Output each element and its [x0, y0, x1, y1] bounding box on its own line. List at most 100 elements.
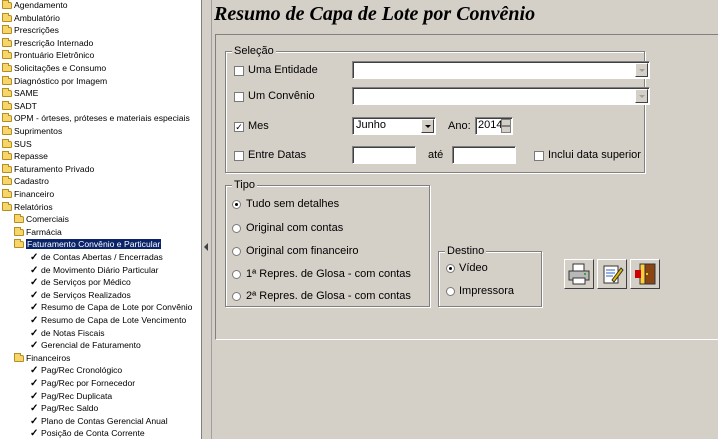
chevron-down-icon[interactable]: [635, 63, 648, 77]
tipo-radio-4[interactable]: [232, 292, 241, 301]
folder-icon: [14, 214, 24, 224]
exit-button[interactable]: [630, 259, 660, 289]
folder-icon: [2, 138, 12, 148]
tree-item[interactable]: Solicitações e Consumo: [2, 62, 106, 75]
folder-icon: [2, 100, 12, 110]
tree-item[interactable]: ✓ Plano de Contas Gerencial Anual: [30, 415, 168, 428]
tree-item-label: SAME: [14, 88, 39, 99]
tree-item[interactable]: ✓ Resumo de Capa de Lote por Convênio: [30, 301, 192, 314]
tipo-radio-2[interactable]: [232, 247, 241, 256]
folder-icon: [2, 151, 12, 161]
tree-item-label: Suprimentos: [14, 126, 63, 136]
page-title: Resumo de Capa de Lote por Convênio: [214, 3, 536, 25]
tree-item[interactable]: Repasse: [2, 150, 48, 163]
ano-spinner[interactable]: 2014: [475, 117, 513, 135]
um-convenio-checkbox[interactable]: [234, 92, 244, 102]
tree-item[interactable]: Financeiro: [2, 188, 54, 201]
tree-item-label: Farmácia: [26, 226, 62, 237]
print-button[interactable]: [564, 259, 594, 289]
tree-item[interactable]: ✓ de Serviços Realizados: [30, 289, 131, 302]
data-inicio-input[interactable]: [352, 146, 416, 164]
tree-item-label: de Movimento Diário Particular: [41, 264, 159, 275]
folder-icon: [14, 226, 24, 236]
tipo-label-3: 1ª Repres. de Glosa - com contas: [246, 268, 411, 280]
edit-button[interactable]: [597, 259, 627, 289]
tree-item[interactable]: SAME: [2, 87, 38, 100]
tree-item-label: de Contas Abertas / Encerradas: [41, 252, 163, 262]
folder-icon: [2, 189, 12, 198]
tree-item[interactable]: OPM - órteses, próteses e materiais espe…: [2, 112, 190, 125]
tree-item-label: de Notas Fiscais: [41, 327, 105, 338]
tree-item[interactable]: Farmácia: [14, 226, 62, 239]
tipo-group: Tipo Tudo sem detalhes Original com cont…: [225, 179, 430, 307]
tree-item[interactable]: Faturamento Privado: [2, 163, 94, 176]
entidade-select[interactable]: [352, 61, 650, 79]
tree-item[interactable]: Relatórios: [2, 201, 53, 214]
tree-item[interactable]: ✓ de Serviços por Médico: [30, 276, 131, 289]
entre-datas-checkbox[interactable]: [234, 151, 244, 161]
ate-label: até: [428, 149, 444, 161]
tipo-radio-1[interactable]: [232, 224, 241, 233]
tree-item[interactable]: Prontuário Eletrônico: [2, 49, 94, 62]
folder-icon: [2, 126, 12, 135]
tree-item[interactable]: ✓ de Movimento Diário Particular: [30, 264, 159, 277]
tree-item[interactable]: ✓ Posição de Conta Corrente: [30, 427, 145, 439]
data-fim-input[interactable]: [452, 146, 516, 164]
tree-item[interactable]: Cadastro: [2, 175, 49, 188]
spin-up-icon[interactable]: [501, 119, 511, 126]
ano-label: Ano:: [448, 120, 471, 132]
mes-checkbox[interactable]: ✓: [234, 122, 244, 132]
destino-group: Destino Vídeo Impressora: [438, 245, 542, 307]
tree-item-label: Posição de Conta Corrente: [41, 428, 145, 439]
convenio-select[interactable]: [352, 87, 650, 105]
destino-radio-impressora[interactable]: [446, 287, 455, 296]
destino-radio-video[interactable]: [446, 264, 455, 273]
tree-item-label: Prescrição Internado: [14, 37, 94, 48]
tipo-radio-3[interactable]: [232, 270, 241, 279]
mes-value: Junho: [356, 119, 386, 131]
checkmark-icon: ✓: [30, 428, 39, 439]
destino-legend: Destino: [445, 245, 487, 257]
tree-item[interactable]: Comerciais: [14, 213, 69, 226]
collapse-arrow-icon[interactable]: [204, 243, 208, 251]
tipo-legend: Tipo: [232, 179, 257, 191]
tree-item[interactable]: ✓ Pag/Rec Cronológico: [30, 364, 122, 377]
entre-datas-label: Entre Datas: [248, 149, 307, 161]
tipo-label-4: 2ª Repres. de Glosa - com contas: [246, 290, 411, 302]
folder-icon: [2, 88, 12, 98]
tree-item[interactable]: ✓ Resumo de Capa de Lote Vencimento: [30, 314, 186, 327]
tipo-radio-0[interactable]: [232, 200, 241, 209]
inclui-data-checkbox[interactable]: [534, 151, 544, 161]
folder-icon: [2, 75, 12, 85]
chevron-down-icon[interactable]: [635, 89, 648, 103]
tree-item[interactable]: Ambulatório: [2, 12, 60, 25]
panel-splitter[interactable]: [202, 0, 212, 439]
mes-select[interactable]: Junho: [352, 117, 436, 135]
tree-item[interactable]: Faturamento Convênio e Particular: [14, 238, 162, 251]
tree-item-label: Solicitações e Consumo: [14, 63, 107, 73]
uma-entidade-checkbox[interactable]: [234, 66, 244, 76]
tree-item-label: de Serviços por Médico: [41, 277, 131, 288]
tree-item[interactable]: SADT: [2, 100, 37, 113]
tree-item-label: Ambulatório: [14, 12, 60, 23]
tree-item[interactable]: Diagnóstico por Imagem: [2, 75, 107, 88]
chevron-down-icon[interactable]: [421, 119, 434, 133]
tree-item-label: Comerciais: [26, 214, 69, 225]
tree-item[interactable]: Agendamento: [2, 0, 68, 12]
tree-item[interactable]: ✓ Gerencial de Faturamento: [30, 339, 141, 352]
tree-item[interactable]: Financeiros: [14, 352, 70, 365]
tree-item[interactable]: SUS: [2, 138, 32, 151]
tree-item[interactable]: ✓ de Notas Fiscais: [30, 327, 105, 340]
tree-item[interactable]: Suprimentos: [2, 125, 62, 138]
content-panel: Seleção Uma Entidade Um Convênio ✓ Mes J…: [215, 34, 718, 340]
tree-item[interactable]: ✓ de Contas Abertas / Encerradas: [30, 251, 163, 264]
tree-item[interactable]: ✓ Pag/Rec Saldo: [30, 402, 98, 415]
folder-icon: [2, 163, 12, 173]
inclui-data-label: Inclui data superior: [548, 149, 641, 161]
tree-item[interactable]: ✓ Pag/Rec Duplicata: [30, 390, 112, 403]
tree-item-label: Pag/Rec Saldo: [41, 403, 99, 414]
tree-item[interactable]: Prescrição Internado: [2, 37, 93, 50]
spin-down-icon[interactable]: [501, 126, 511, 133]
tree-item[interactable]: ✓ Pag/Rec por Fornecedor: [30, 377, 135, 390]
tree-item[interactable]: Prescrições: [2, 24, 59, 37]
